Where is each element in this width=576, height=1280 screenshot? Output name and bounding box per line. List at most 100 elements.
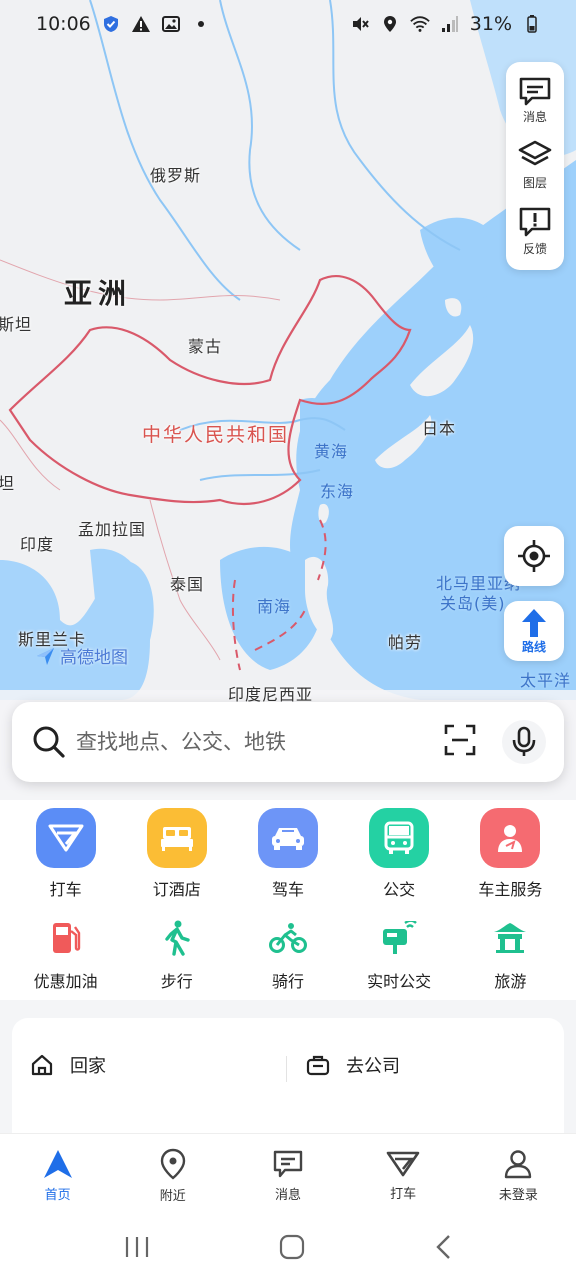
route-arrow-icon bbox=[522, 608, 546, 637]
map-feedback-button[interactable]: 反馈 bbox=[518, 206, 552, 257]
map-label-mongolia: 蒙古 bbox=[188, 337, 223, 356]
nav-taxi[interactable]: 打车 bbox=[358, 1150, 448, 1202]
route-label: 路线 bbox=[521, 639, 546, 654]
location-pin-icon bbox=[160, 1148, 185, 1180]
map-label-yellow-sea: 黄海 bbox=[314, 442, 349, 461]
service-bus-badge bbox=[369, 808, 430, 868]
map-label-stan2: 坦 bbox=[0, 474, 16, 493]
service-owner[interactable]: 车主服务 bbox=[460, 808, 560, 900]
voice-button[interactable] bbox=[502, 720, 546, 764]
nav-profile[interactable]: 未登录 bbox=[473, 1149, 563, 1203]
map-layers-label: 图层 bbox=[522, 175, 547, 190]
map-label-thailand: 泰国 bbox=[170, 575, 205, 594]
scan-button[interactable] bbox=[444, 724, 476, 760]
service-cycle-badge bbox=[268, 918, 308, 958]
map-label-japan: 日本 bbox=[422, 419, 457, 438]
brand-text: 高德地图 bbox=[60, 648, 128, 668]
service-travel-label: 旅游 bbox=[494, 972, 527, 991]
bicycle-icon bbox=[268, 923, 307, 953]
service-taxi-badge bbox=[35, 808, 96, 868]
system-nav-bar bbox=[0, 1217, 576, 1280]
service-drive[interactable]: 驾车 bbox=[238, 808, 338, 900]
service-owner-badge bbox=[480, 808, 541, 868]
taxi-nav-icon bbox=[386, 1151, 420, 1176]
route-button[interactable]: 路线 bbox=[504, 601, 564, 661]
service-taxi[interactable]: 打车 bbox=[16, 808, 116, 900]
work-shortcut-label: 去公司 bbox=[346, 1056, 400, 1077]
service-owner-label: 车主服务 bbox=[478, 880, 543, 899]
nav-profile-label: 未登录 bbox=[498, 1187, 538, 1203]
car-icon bbox=[271, 828, 304, 850]
image-icon bbox=[161, 14, 181, 34]
location-status-icon bbox=[380, 14, 400, 34]
map-label-asia: 亚洲 bbox=[64, 277, 133, 310]
service-walk[interactable]: 步行 bbox=[127, 918, 227, 992]
wifi-icon bbox=[410, 14, 430, 34]
map-message-label: 消息 bbox=[522, 109, 547, 124]
crosshair-icon bbox=[518, 540, 550, 572]
service-realtime-bus-badge bbox=[379, 918, 419, 958]
map-label-guam: 关岛(美) bbox=[440, 594, 506, 613]
service-taxi-label: 打车 bbox=[49, 880, 82, 899]
service-travel[interactable]: 旅游 bbox=[460, 918, 560, 992]
service-hotel-badge bbox=[146, 808, 207, 868]
owner-service-icon bbox=[498, 825, 523, 852]
feedback-icon bbox=[519, 207, 551, 236]
service-cycle-label: 骑行 bbox=[271, 972, 304, 991]
map-label-russia: 俄罗斯 bbox=[150, 166, 202, 185]
status-bar: 10:06 31% bbox=[0, 0, 576, 48]
recents-icon bbox=[126, 1236, 149, 1257]
service-realtime-bus[interactable]: 实时公交 bbox=[349, 918, 449, 992]
service-drive-badge bbox=[257, 808, 318, 868]
map-label-india: 印度 bbox=[20, 535, 55, 554]
service-cycle[interactable]: 骑行 bbox=[238, 918, 338, 992]
service-hotel[interactable]: 订酒店 bbox=[127, 808, 227, 900]
mute-icon bbox=[350, 14, 370, 34]
search-input[interactable] bbox=[76, 730, 444, 754]
locate-button[interactable] bbox=[504, 526, 564, 586]
home-system-button[interactable] bbox=[279, 1234, 305, 1264]
map-label-palau: 帕劳 bbox=[388, 633, 423, 652]
services-panel: 打车 订酒店 驾车 公交 车主服务 优惠加油 步行 骑行 实时公交 旅游 bbox=[0, 800, 576, 1000]
bus-icon bbox=[384, 821, 414, 854]
home-nav-icon bbox=[43, 1149, 72, 1178]
nav-taxi-label: 打车 bbox=[390, 1186, 417, 1202]
map-message-button[interactable]: 消息 bbox=[518, 76, 552, 125]
microphone-icon bbox=[512, 726, 536, 756]
user-icon bbox=[505, 1149, 532, 1178]
home-square-icon bbox=[279, 1234, 305, 1259]
back-button[interactable] bbox=[434, 1234, 452, 1264]
recents-button[interactable] bbox=[124, 1235, 150, 1263]
service-bus[interactable]: 公交 bbox=[349, 808, 449, 900]
nav-messages-label: 消息 bbox=[274, 1187, 301, 1203]
service-drive-label: 驾车 bbox=[271, 880, 304, 899]
fuel-pump-icon bbox=[52, 923, 80, 953]
map-tools-panel: 消息 图层 反馈 bbox=[506, 62, 564, 270]
nav-nearby[interactable]: 附近 bbox=[128, 1148, 218, 1204]
nav-home-label: 首页 bbox=[44, 1187, 71, 1203]
brand-arrow-icon bbox=[37, 647, 54, 665]
service-fuel-label: 优惠加油 bbox=[33, 972, 98, 991]
service-travel-badge bbox=[490, 918, 530, 958]
dot-icon bbox=[191, 14, 211, 34]
search-icon bbox=[33, 726, 65, 758]
nav-home[interactable]: 首页 bbox=[13, 1149, 103, 1203]
bottom-nav: 首页 附近 消息 打车 未登录 bbox=[0, 1133, 576, 1217]
search-bar[interactable] bbox=[12, 702, 564, 782]
home-shortcut[interactable]: 回家 bbox=[30, 1052, 106, 1078]
signal-icon bbox=[440, 14, 460, 34]
service-hotel-label: 订酒店 bbox=[152, 880, 201, 899]
map-label-bangladesh: 孟加拉国 bbox=[78, 520, 147, 539]
home-icon bbox=[31, 1054, 53, 1076]
briefcase-icon bbox=[306, 1055, 330, 1076]
pavilion-icon bbox=[494, 923, 527, 953]
quick-divider bbox=[286, 1056, 287, 1082]
map-layers-button[interactable]: 图层 bbox=[518, 140, 552, 191]
service-fuel[interactable]: 优惠加油 bbox=[16, 918, 116, 992]
map-view[interactable]: 亚洲 俄罗斯 蒙古 中华人民共和国 日本 黄海 东海 南海 印度 孟加拉国 泰国… bbox=[0, 0, 576, 790]
nav-messages[interactable]: 消息 bbox=[243, 1149, 333, 1203]
service-bus-label: 公交 bbox=[383, 880, 416, 899]
map-label-stan1: 斯坦 bbox=[0, 315, 33, 334]
bed-icon bbox=[160, 827, 193, 851]
work-shortcut[interactable]: 去公司 bbox=[306, 1052, 400, 1078]
